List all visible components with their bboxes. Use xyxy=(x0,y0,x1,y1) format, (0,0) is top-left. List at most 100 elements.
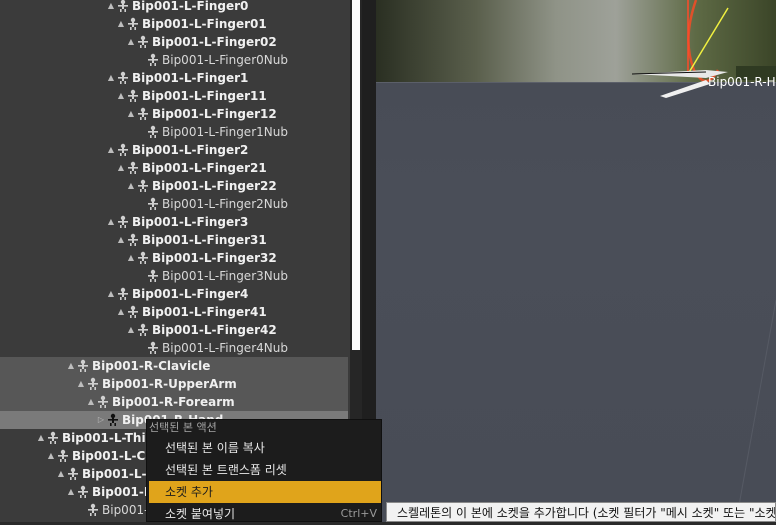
bone-tree-row[interactable]: ▲ Bip001-R-UpperArm xyxy=(0,375,348,393)
collapse-arrow-icon[interactable]: ▲ xyxy=(127,105,135,123)
bone-icon xyxy=(128,89,138,102)
bone-name-label: Bip001-L-Finger22 xyxy=(152,179,277,193)
collapse-arrow-icon[interactable]: ▲ xyxy=(107,213,115,231)
bone-icon xyxy=(128,305,138,318)
bone-icon xyxy=(148,341,158,354)
bone-icon xyxy=(118,215,128,228)
bone-icon xyxy=(128,17,138,30)
collapse-arrow-icon[interactable]: ▲ xyxy=(117,303,125,321)
collapse-arrow-icon[interactable]: ▲ xyxy=(127,177,135,195)
bone-tree-row[interactable]: ▲ Bip001-L-Finger3 xyxy=(0,213,348,231)
bone-tree-row[interactable]: ▲ Bip001-L-Finger22 xyxy=(0,177,348,195)
bone-name-label: Bip001-L-Finger4Nub xyxy=(162,341,288,355)
bone-name-label: Bip001-L-Finger32 xyxy=(152,251,277,265)
bone-icon xyxy=(138,251,148,264)
bone-icon xyxy=(58,449,68,462)
menu-item-copy-bone-names[interactable]: 선택된 본 이름 복사 xyxy=(149,437,381,459)
bone-tree-row[interactable]: ▲ Bip001-L-Finger11 xyxy=(0,87,348,105)
bone-tree-row[interactable]: ▲ Bip001-L-Finger01 xyxy=(0,15,348,33)
bone-icon xyxy=(138,179,148,192)
bone-icon xyxy=(138,107,148,120)
rotation-gizmo-arc xyxy=(687,0,720,83)
bone-name-label: Bip001-L-Finger4 xyxy=(132,287,249,301)
add-socket-tooltip: 스켈레톤의 이 본에 소켓을 추가합니다 (소켓 필터가 "메시 소켓" 또는 … xyxy=(386,502,776,522)
collapse-arrow-icon[interactable]: ▲ xyxy=(67,357,75,375)
bone-icon xyxy=(118,143,128,156)
bone-name-label: Bip001-L-Finger42 xyxy=(152,323,277,337)
collapse-arrow-icon[interactable]: ▲ xyxy=(127,249,135,267)
collapse-arrow-icon[interactable]: ▲ xyxy=(47,447,55,465)
bone-icon xyxy=(138,323,148,336)
bone-icon xyxy=(108,413,118,426)
collapse-arrow-icon[interactable]: ▲ xyxy=(107,285,115,303)
expand-arrow-icon[interactable]: ▷ xyxy=(97,411,105,429)
collapse-arrow-icon[interactable]: ▲ xyxy=(117,15,125,33)
bone-icon xyxy=(68,467,78,480)
bone-name-label: Bip001-R-Clavicle xyxy=(92,359,211,373)
bone-tree-row[interactable]: ▲ Bip001-R-Clavicle xyxy=(0,357,348,375)
bone-tree-row[interactable]: ▲ Bip001-L-Finger1 xyxy=(0,69,348,87)
bone-icon xyxy=(148,125,158,138)
bone-name-label: Bip001-L-Finger0Nub xyxy=(162,53,288,67)
bone-icon xyxy=(138,35,148,48)
bone-name-label: Bip001-L-Finger31 xyxy=(142,233,267,247)
bone-name-label: Bip001-L-Finger01 xyxy=(142,17,267,31)
bone-tree-row[interactable]: Bip001-L-Finger1Nub xyxy=(0,123,348,141)
bone-icon xyxy=(118,0,128,12)
bone-icon xyxy=(78,485,88,498)
collapse-arrow-icon[interactable]: ▲ xyxy=(117,159,125,177)
collapse-arrow-icon[interactable]: ▲ xyxy=(117,87,125,105)
bone-name-label: Bip001-R-Forearm xyxy=(112,395,235,409)
menu-item-label: 선택된 본 이름 복사 xyxy=(165,441,265,455)
bone-tree-row[interactable]: ▲ Bip001-L-Finger42 xyxy=(0,321,348,339)
bone-tree-row[interactable]: ▲ Bip001-L-Finger02 xyxy=(0,33,348,51)
bone-name-label: Bip001-L-Finger0 xyxy=(132,0,249,13)
bone-name-label: Bip001-L-Finger1Nub xyxy=(162,125,288,139)
bone-tree-row[interactable]: Bip001-L-Finger4Nub xyxy=(0,339,348,357)
collapse-arrow-icon[interactable]: ▲ xyxy=(107,0,115,15)
collapse-arrow-icon[interactable]: ▲ xyxy=(57,465,65,483)
bone-name-label: Bip001-L-Finger2Nub xyxy=(162,197,288,211)
bone-tree-row[interactable]: ▲ Bip001-L-Finger41 xyxy=(0,303,348,321)
menu-item-label: 소켓 추가 xyxy=(165,485,213,499)
collapse-arrow-icon[interactable]: ▲ xyxy=(107,141,115,159)
collapse-arrow-icon[interactable]: ▲ xyxy=(87,393,95,411)
collapse-arrow-icon[interactable]: ▲ xyxy=(117,231,125,249)
collapse-arrow-icon[interactable]: ▲ xyxy=(127,33,135,51)
bone-icon xyxy=(98,395,108,408)
bone-tree-row[interactable]: ▲ Bip001-L-Finger12 xyxy=(0,105,348,123)
bone-icon xyxy=(128,161,138,174)
preview-viewport[interactable]: Bip001-R-H xyxy=(376,0,776,522)
menu-item-reset-bone-transforms[interactable]: 선택된 본 트랜스폼 리셋 xyxy=(149,459,381,481)
viewport-bone-name-label: Bip001-R-H xyxy=(708,75,776,89)
bone-tree-row[interactable]: ▲ Bip001-R-Forearm xyxy=(0,393,348,411)
gizmo-axis-yellow xyxy=(687,7,729,75)
bone-name-label: Bip001-L-Finger11 xyxy=(142,89,267,103)
menu-item-label: 선택된 본 트랜스폼 리셋 xyxy=(165,463,287,477)
bone-icon xyxy=(148,197,158,210)
collapse-arrow-icon[interactable]: ▲ xyxy=(127,321,135,339)
bone-tree-row[interactable]: ▲ Bip001-L-Finger31 xyxy=(0,231,348,249)
bone-icon xyxy=(118,287,128,300)
collapse-arrow-icon[interactable]: ▲ xyxy=(107,69,115,87)
bone-tree-row[interactable]: ▲ Bip001-L-Finger0 xyxy=(0,0,348,15)
collapse-arrow-icon[interactable]: ▲ xyxy=(67,483,75,501)
collapse-arrow-icon[interactable]: ▲ xyxy=(37,429,45,447)
bone-icon xyxy=(48,431,58,444)
bone-tree-row[interactable]: Bip001-L-Finger3Nub xyxy=(0,267,348,285)
bone-tree-row[interactable]: Bip001-L-Finger2Nub xyxy=(0,195,348,213)
bone-tree-row[interactable]: ▲ Bip001-L-Finger21 xyxy=(0,159,348,177)
menu-item-add-socket[interactable]: 소켓 추가 xyxy=(149,481,381,503)
bone-tree-row[interactable]: ▲ Bip001-L-Finger32 xyxy=(0,249,348,267)
bone-tree-row[interactable]: Bip001-L-Finger0Nub xyxy=(0,51,348,69)
bone-icon xyxy=(78,359,88,372)
bone-tree-row[interactable]: ▲ Bip001-L-Finger4 xyxy=(0,285,348,303)
bone-name-label: Bip001-L-Finger21 xyxy=(142,161,267,175)
bone-icon xyxy=(128,233,138,246)
bone-tree-row[interactable]: ▲ Bip001-L-Finger2 xyxy=(0,141,348,159)
floor-grid-line xyxy=(735,299,776,522)
tree-scrollbar-thumb[interactable] xyxy=(352,0,360,350)
bone-name-label: Bip001-L-Finger12 xyxy=(152,107,277,121)
bone-icon xyxy=(88,377,98,390)
collapse-arrow-icon[interactable]: ▲ xyxy=(77,375,85,393)
